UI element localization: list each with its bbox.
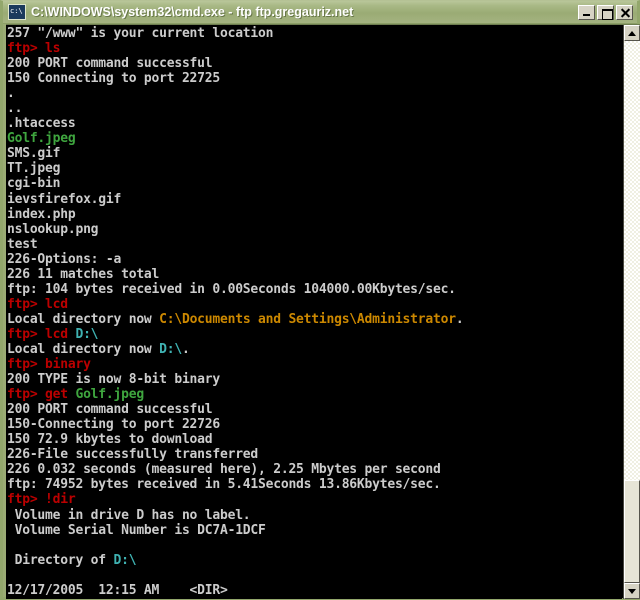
- console-output[interactable]: 257 "/www" is your current locationftp> …: [6, 25, 622, 599]
- console-line: ftp> lcd: [7, 297, 622, 312]
- console-line: ftp> lcd D:\: [7, 327, 622, 342]
- console-text: ..: [7, 101, 22, 116]
- console-text: 226-File successfully transferred: [7, 447, 258, 462]
- cmd-console-icon: [8, 4, 26, 20]
- console-line: Local directory now D:\.: [7, 342, 622, 357]
- console-line: ftp: 104 bytes received in 0.00Seconds 1…: [7, 282, 622, 297]
- console-line: ..: [7, 101, 622, 116]
- console-text: 257 "/www" is your current location: [7, 26, 273, 41]
- console-text: Directory of: [7, 553, 114, 568]
- console-text: 12/22/2005 04:32 PM <DIR>: [7, 598, 228, 599]
- console-line: test: [7, 237, 622, 252]
- console-line: 226-File successfully transferred: [7, 447, 622, 462]
- console-text: .: [7, 86, 15, 101]
- console-line: 150 72.9 kbytes to download: [7, 432, 622, 447]
- console-text: D:\: [114, 553, 137, 568]
- console-line: Volume Serial Number is DC7A-1DCF: [7, 523, 622, 538]
- console-text: SMS.gif: [7, 146, 60, 161]
- console-line: Directory of D:\: [7, 553, 622, 568]
- console-text: ftp: 74952 bytes received in 5.41Seconds…: [7, 477, 441, 492]
- console-text: Volume in drive D has no label.: [7, 508, 250, 523]
- console-text: Local directory now: [7, 342, 159, 357]
- console-line: cgi-bin: [7, 176, 622, 191]
- console-text: ftp> get: [7, 387, 75, 402]
- console-text: 200 PORT command successful: [7, 56, 212, 71]
- console-line: Volume in drive D has no label.: [7, 508, 622, 523]
- window-title: C:\WINDOWS\system32\cmd.exe - ftp ftp.gr…: [31, 5, 578, 19]
- console-text: 226 11 matches total: [7, 267, 159, 282]
- console-text: cgi-bin: [7, 176, 60, 191]
- scroll-down-arrow-icon[interactable]: [624, 583, 640, 599]
- console-text: .: [456, 312, 464, 327]
- console-text: .: [182, 342, 190, 357]
- scrollbar-track[interactable]: [624, 41, 640, 583]
- console-line: nslookup.png: [7, 222, 622, 237]
- console-line: Local directory now C:\Documents and Set…: [7, 312, 622, 327]
- console-text: C:\Documents and Settings\Administrator: [159, 312, 456, 327]
- console-line: 150-Connecting to port 22726: [7, 417, 622, 432]
- console-line: 226-Options: -a: [7, 252, 622, 267]
- title-bar[interactable]: C:\WINDOWS\system32\cmd.exe - ftp ftp.gr…: [3, 1, 637, 24]
- console-text: 226 0.032 seconds (measured here), 2.25 …: [7, 462, 441, 477]
- console-text: TT.jpeg: [7, 161, 60, 176]
- console-line: 12/17/2005 12:15 AM <DIR>: [7, 583, 622, 598]
- console-line: ftp> binary: [7, 357, 622, 372]
- console-text: 200 TYPE is now 8-bit binary: [7, 372, 220, 387]
- close-button[interactable]: [616, 5, 633, 20]
- console-line: ftp: 74952 bytes received in 5.41Seconds…: [7, 477, 622, 492]
- console-line: [7, 538, 622, 553]
- console-text: 200 PORT command successful: [7, 402, 212, 417]
- console-line: ievsfirefox.gif: [7, 192, 622, 207]
- console-line: 200 TYPE is now 8-bit binary: [7, 372, 622, 387]
- console-text: Local directory now: [7, 312, 159, 327]
- console-line: 226 0.032 seconds (measured here), 2.25 …: [7, 462, 622, 477]
- console-text: Volume Serial Number is DC7A-1DCF: [7, 523, 266, 538]
- console-text: ftp> !dir: [7, 492, 75, 507]
- console-text: 12/17/2005 12:15 AM <DIR>: [7, 583, 228, 598]
- console-line: 226 11 matches total: [7, 267, 622, 282]
- console-text: ftp> lcd: [7, 327, 75, 342]
- console-line: TT.jpeg: [7, 161, 622, 176]
- maximize-button[interactable]: [597, 5, 614, 20]
- console-text: 150 Connecting to port 22725: [7, 71, 220, 86]
- console-text: ftp> binary: [7, 357, 91, 372]
- console-line: SMS.gif: [7, 146, 622, 161]
- console-text: ievsfirefox.gif: [7, 192, 121, 207]
- console-line: Golf.jpeg: [7, 131, 622, 146]
- console-line: 200 PORT command successful: [7, 56, 622, 71]
- console-line: index.php: [7, 207, 622, 222]
- scroll-up-arrow-icon[interactable]: [624, 25, 640, 41]
- console-line: ftp> !dir: [7, 492, 622, 507]
- console-line: 257 "/www" is your current location: [7, 26, 622, 41]
- console-text: index.php: [7, 207, 75, 222]
- console-line: 150 Connecting to port 22725: [7, 71, 622, 86]
- console-line: .: [7, 86, 622, 101]
- vertical-scrollbar[interactable]: [623, 25, 640, 599]
- console-text: 150-Connecting to port 22726: [7, 417, 220, 432]
- console-text: Golf.jpeg: [75, 387, 143, 402]
- client-area: 257 "/www" is your current locationftp> …: [6, 24, 640, 598]
- console-line: 12/22/2005 04:32 PM <DIR>: [7, 598, 622, 599]
- console-text: ftp> lcd: [7, 297, 68, 312]
- console-line: ftp> get Golf.jpeg: [7, 387, 622, 402]
- console-line: [7, 568, 622, 583]
- cmd-window: C:\WINDOWS\system32\cmd.exe - ftp ftp.gr…: [0, 0, 640, 600]
- console-text: 150 72.9 kbytes to download: [7, 432, 212, 447]
- console-text: ftp> ls: [7, 41, 60, 56]
- console-line: ftp> ls: [7, 41, 622, 56]
- console-text: test: [7, 237, 37, 252]
- console-text: .htaccess: [7, 116, 75, 131]
- console-text: D:\: [75, 327, 98, 342]
- console-line: 200 PORT command successful: [7, 402, 622, 417]
- console-text: nslookup.png: [7, 222, 98, 237]
- console-text: Golf.jpeg: [7, 131, 75, 146]
- minimize-button[interactable]: [578, 5, 595, 20]
- console-text: 226-Options: -a: [7, 252, 121, 267]
- console-text: ftp: 104 bytes received in 0.00Seconds 1…: [7, 282, 456, 297]
- console-text: D:\: [159, 342, 182, 357]
- console-line: .htaccess: [7, 116, 622, 131]
- window-controls: [578, 5, 633, 20]
- scrollbar-thumb[interactable]: [624, 480, 640, 583]
